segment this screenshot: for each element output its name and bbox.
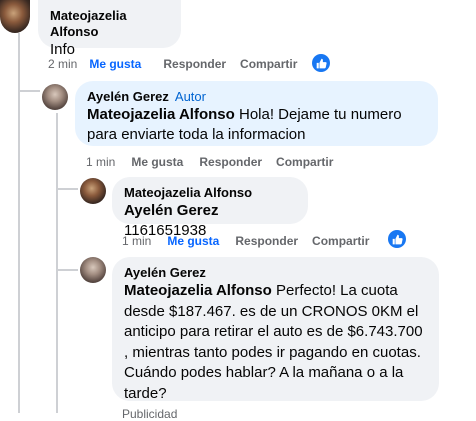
thread-line bbox=[56, 188, 78, 190]
comment-time[interactable]: 1 min bbox=[86, 155, 115, 169]
comment-bubble: Ayelén Gerez Mateojazelia Alfonso Perfec… bbox=[112, 257, 439, 402]
comment-text: Perfecto! La cuota desde $187.467. es de… bbox=[124, 282, 423, 402]
comment-actions: 1 min Me gusta Responder Compartir bbox=[122, 234, 385, 248]
share-button[interactable]: Compartir bbox=[240, 57, 297, 71]
like-reaction-icon[interactable] bbox=[312, 54, 330, 72]
comment-author[interactable]: Mateojazelia Alfonso bbox=[124, 185, 296, 201]
reply-button[interactable]: Responder bbox=[235, 234, 298, 248]
comment-bubble: Ayelén Gerez Autor Mateojazelia Alfonso H… bbox=[75, 81, 438, 146]
comment-bubble: Mateojazelia Alfonso Ayelén Gerez 116165… bbox=[112, 177, 308, 239]
thread-line bbox=[18, 90, 40, 92]
reply-button[interactable]: Responder bbox=[163, 57, 226, 71]
avatar[interactable] bbox=[0, 0, 30, 33]
comment-actions: 2 min Me gusta Responder Compartir bbox=[48, 57, 313, 71]
reply-button[interactable]: Responder bbox=[199, 155, 262, 169]
thread-line bbox=[56, 269, 78, 271]
comment-bubble: Mateojazelia Alfonso Info bbox=[38, 0, 181, 58]
comment-actions: Publicidad bbox=[122, 407, 193, 421]
comment-author[interactable]: Ayelén Gerez bbox=[87, 89, 169, 104]
comment-author[interactable]: Ayelén Gerez bbox=[124, 265, 427, 281]
thread-line bbox=[56, 113, 58, 413]
mention-link[interactable]: Ayelén Gerez bbox=[124, 202, 219, 219]
comment-time[interactable]: 2 min bbox=[48, 57, 77, 71]
like-button[interactable]: Me gusta bbox=[131, 155, 183, 169]
comment-time: Publicidad bbox=[122, 407, 178, 421]
avatar[interactable] bbox=[80, 257, 106, 283]
comment-actions: 1 min Me gusta Responder Compartir bbox=[86, 155, 349, 169]
comment-time[interactable]: 1 min bbox=[122, 234, 151, 248]
author-badge: Autor bbox=[174, 89, 206, 104]
avatar[interactable] bbox=[42, 84, 68, 110]
avatar[interactable] bbox=[80, 178, 106, 204]
share-button[interactable]: Compartir bbox=[312, 234, 369, 248]
like-button[interactable]: Me gusta bbox=[89, 57, 141, 71]
like-reaction-icon[interactable] bbox=[388, 230, 406, 248]
comment-author[interactable]: Mateojazelia Alfonso bbox=[50, 8, 169, 40]
share-button[interactable]: Compartir bbox=[276, 155, 333, 169]
like-button[interactable]: Me gusta bbox=[167, 234, 219, 248]
mention-link[interactable]: Mateojazelia Alfonso bbox=[87, 106, 235, 123]
mention-link[interactable]: Mateojazelia Alfonso bbox=[124, 282, 272, 299]
